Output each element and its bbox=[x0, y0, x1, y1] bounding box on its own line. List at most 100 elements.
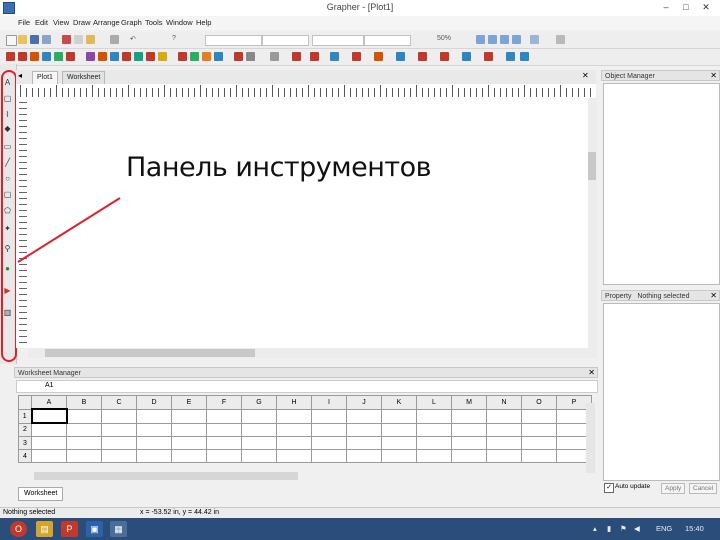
worksheet-cell[interactable] bbox=[136, 436, 172, 450]
tray-arrow-icon[interactable]: ▴ bbox=[593, 524, 597, 533]
worksheet-cell[interactable] bbox=[486, 449, 522, 463]
worksheet-cell[interactable] bbox=[31, 449, 67, 463]
worksheet-cell[interactable] bbox=[346, 422, 382, 437]
plot-horizontal-scroll-thumb[interactable] bbox=[45, 349, 255, 357]
tray-flag-icon[interactable]: ⚑ bbox=[620, 524, 627, 533]
worksheet-cell[interactable] bbox=[486, 436, 522, 450]
worksheet-cell[interactable] bbox=[276, 408, 312, 424]
plot-vertical-scrollbar[interactable] bbox=[588, 98, 597, 348]
worksheet-cell[interactable] bbox=[311, 422, 347, 437]
worksheet-cell[interactable] bbox=[136, 422, 172, 437]
worksheet-cell[interactable] bbox=[136, 449, 172, 463]
worksheet-cell[interactable] bbox=[171, 422, 207, 437]
worksheet-cell[interactable] bbox=[30, 408, 68, 424]
worksheet-cell[interactable] bbox=[241, 422, 277, 437]
worksheet-cell[interactable] bbox=[276, 436, 312, 450]
worksheet-cell[interactable] bbox=[311, 408, 347, 424]
worksheet-cell[interactable] bbox=[101, 436, 137, 450]
worksheet-cell[interactable] bbox=[171, 408, 207, 424]
cancel-button[interactable]: Cancel bbox=[689, 483, 718, 494]
tray-network-icon[interactable]: ▮ bbox=[607, 524, 611, 533]
worksheet-cell[interactable] bbox=[171, 449, 207, 463]
column-header[interactable]: O bbox=[521, 395, 557, 410]
worksheet-cell[interactable] bbox=[66, 422, 102, 437]
powerpoint-icon[interactable]: P bbox=[61, 521, 78, 537]
property-grid[interactable] bbox=[603, 303, 720, 481]
worksheet-cell[interactable] bbox=[521, 436, 557, 450]
worksheet-cell[interactable] bbox=[276, 422, 312, 437]
row-header[interactable]: 3 bbox=[18, 436, 32, 450]
column-header[interactable]: H bbox=[276, 395, 312, 410]
column-header[interactable]: F bbox=[206, 395, 242, 410]
column-header[interactable]: N bbox=[486, 395, 522, 410]
worksheet-cell[interactable] bbox=[31, 422, 67, 437]
worksheet-cell[interactable] bbox=[101, 449, 137, 463]
worksheet-cell[interactable] bbox=[206, 449, 242, 463]
opera-icon[interactable]: O bbox=[10, 521, 27, 537]
worksheet-cell[interactable] bbox=[381, 449, 417, 463]
property-manager-close-icon[interactable]: ✕ bbox=[710, 291, 717, 300]
column-header[interactable]: K bbox=[381, 395, 417, 410]
worksheet-cell[interactable] bbox=[66, 408, 102, 424]
object-manager-close-icon[interactable]: ✕ bbox=[710, 71, 717, 80]
worksheet-cell[interactable] bbox=[31, 436, 67, 450]
clock[interactable]: 15:40 bbox=[685, 524, 704, 533]
file-explorer-icon[interactable]: ▤ bbox=[36, 521, 53, 537]
worksheet-cell[interactable] bbox=[451, 449, 487, 463]
worksheet-cell[interactable] bbox=[171, 436, 207, 450]
worksheet-cell[interactable] bbox=[346, 436, 382, 450]
worksheet-sheet-tab[interactable]: Worksheet bbox=[18, 487, 64, 501]
worksheet-cell[interactable] bbox=[66, 449, 102, 463]
grapher-taskbar-icon[interactable]: ▦ bbox=[110, 521, 127, 537]
worksheet-cell[interactable] bbox=[521, 408, 557, 424]
object-manager-tree[interactable] bbox=[603, 83, 720, 285]
worksheet-cell[interactable] bbox=[416, 408, 452, 424]
worksheet-cell[interactable] bbox=[206, 422, 242, 437]
column-header[interactable]: D bbox=[136, 395, 172, 410]
worksheet-cell[interactable] bbox=[241, 449, 277, 463]
worksheet-cell[interactable] bbox=[416, 449, 452, 463]
language-indicator[interactable]: ENG bbox=[656, 524, 672, 533]
worksheet-cell[interactable] bbox=[311, 436, 347, 450]
row-header[interactable]: 1 bbox=[18, 408, 32, 424]
worksheet-cell[interactable] bbox=[521, 422, 557, 437]
app-icon-taskbar[interactable]: ▣ bbox=[86, 521, 103, 537]
worksheet-cell[interactable] bbox=[241, 408, 277, 424]
worksheet-cell[interactable] bbox=[381, 436, 417, 450]
worksheet-cell[interactable] bbox=[416, 422, 452, 437]
worksheet-cell[interactable] bbox=[416, 436, 452, 450]
column-header[interactable]: C bbox=[101, 395, 137, 410]
column-header[interactable]: E bbox=[171, 395, 207, 410]
worksheet-cell[interactable] bbox=[346, 449, 382, 463]
auto-update-checkbox[interactable]: ✓ bbox=[604, 483, 614, 493]
worksheet-body[interactable]: 1234 bbox=[18, 408, 592, 463]
row-header[interactable]: 2 bbox=[18, 422, 32, 437]
worksheet-cell[interactable] bbox=[241, 436, 277, 450]
worksheet-cell[interactable] bbox=[101, 422, 137, 437]
worksheet-cell[interactable] bbox=[486, 422, 522, 437]
cell-reference-bar[interactable]: A1 bbox=[16, 380, 598, 393]
cell-reference[interactable]: A1 bbox=[45, 382, 54, 389]
plot-vertical-scroll-thumb[interactable] bbox=[588, 152, 596, 180]
worksheet-cell[interactable] bbox=[136, 408, 172, 424]
worksheet-cell[interactable] bbox=[66, 436, 102, 450]
worksheet-cell[interactable] bbox=[101, 408, 137, 424]
worksheet-cell[interactable] bbox=[451, 422, 487, 437]
worksheet-cell[interactable] bbox=[381, 408, 417, 424]
worksheet-cell[interactable] bbox=[451, 408, 487, 424]
worksheet-cell[interactable] bbox=[521, 449, 557, 463]
worksheet-cell[interactable] bbox=[381, 422, 417, 437]
worksheet-cell[interactable] bbox=[206, 408, 242, 424]
row-header[interactable]: 4 bbox=[18, 449, 32, 463]
worksheet-cell[interactable] bbox=[346, 408, 382, 424]
apply-button[interactable]: Apply bbox=[661, 483, 686, 494]
worksheet-cell[interactable] bbox=[486, 408, 522, 424]
column-header[interactable]: B bbox=[66, 395, 102, 410]
worksheet-horizontal-scrollbar[interactable] bbox=[34, 472, 298, 480]
column-header[interactable]: J bbox=[346, 395, 382, 410]
grid-corner[interactable] bbox=[18, 395, 32, 410]
column-header[interactable]: M bbox=[451, 395, 487, 410]
worksheet-cell[interactable] bbox=[206, 436, 242, 450]
column-header[interactable]: G bbox=[241, 395, 277, 410]
column-header[interactable]: L bbox=[416, 395, 452, 410]
